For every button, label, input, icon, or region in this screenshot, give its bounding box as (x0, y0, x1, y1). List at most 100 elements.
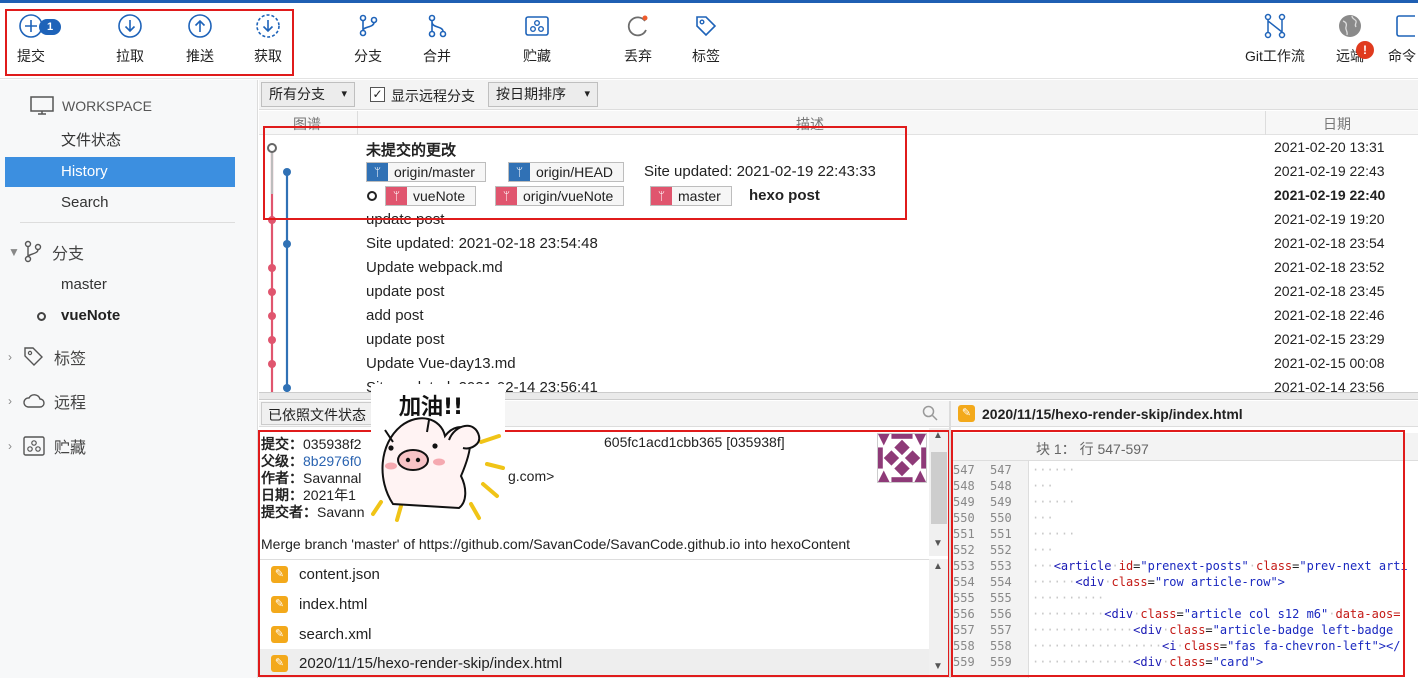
head-marker-icon (367, 191, 377, 201)
branches-title: 分支 (52, 246, 85, 263)
stash-button[interactable]: 贮藏 (509, 13, 565, 73)
file-name: index.html (299, 596, 368, 613)
sidebar-branch-master[interactable]: master (5, 270, 235, 300)
pull-button[interactable]: 拉取 (102, 13, 158, 73)
file-item-selected[interactable]: ✎ 2020/11/15/hexo-render-skip/index.html (259, 649, 929, 678)
sidebar-group-stashes[interactable]: › 贮藏 (8, 432, 86, 460)
search-icon[interactable] (921, 404, 939, 422)
scroll-thumb[interactable] (931, 452, 947, 524)
new-line-number: 554 (990, 575, 1012, 589)
scroll-down-icon[interactable]: ▼ (933, 538, 943, 549)
commit-message: Site updated: 2021-02-19 22:43:33 (644, 163, 876, 180)
commit-row[interactable]: ᛘ vueNote ᛘ origin/vueNote ᛘ master hexo po… (259, 184, 1418, 208)
commit-row[interactable]: update post 2021-02-15 23:29 (259, 328, 1418, 352)
push-button[interactable]: 推送 (172, 13, 228, 73)
commit-button[interactable]: 1 提交 (3, 13, 61, 73)
file-item[interactable]: ✎ content.json (259, 560, 929, 590)
terminal-button[interactable]: 命令 (1382, 13, 1418, 73)
branch-filter-dropdown[interactable]: 所有分支 ▾ (261, 82, 355, 107)
scroll-up-icon[interactable]: ▲ (933, 430, 943, 441)
new-line-number: 559 (990, 655, 1012, 669)
old-line-number: 550 (953, 511, 975, 525)
author-avatar (877, 433, 927, 483)
sidebar-group-remotes[interactable]: › 远程 (8, 387, 86, 415)
commit-row[interactable]: 未提交的更改 2021-02-20 13:31 (259, 136, 1418, 160)
chevron-down-icon: ▼ (8, 245, 20, 259)
sidebar-branch-vuenote[interactable]: vueNote (5, 301, 235, 331)
code-text: ······ (1032, 495, 1076, 509)
commit-details: 提交：035938f2 605fc1acd1cbb365 [035938f] 父… (259, 428, 929, 556)
ref-tag-origin-vuenote[interactable]: ᛘ origin/vueNote (495, 186, 625, 206)
ref-tag-origin-head[interactable]: ᛘ origin/HEAD (508, 162, 625, 182)
ref-tag-vuenote[interactable]: ᛘ vueNote (385, 186, 477, 206)
sort-dropdown[interactable]: 按日期排序 ▾ (488, 82, 598, 107)
commit-message: Update webpack.md (366, 259, 503, 276)
tag-icon (24, 347, 43, 366)
code-text: ··············<div·class="card"> (1032, 655, 1264, 669)
column-graph[interactable]: 图谱 (293, 114, 321, 134)
sidebar-group-branches[interactable]: ▼ 分支 (8, 238, 84, 266)
remote-button[interactable]: ! 远端 (1322, 13, 1378, 73)
git-flow-button[interactable]: Git工作流 (1240, 13, 1310, 73)
column-description[interactable]: 描述 (796, 114, 824, 134)
commit-row[interactable]: add post 2021-02-18 22:46 (259, 304, 1418, 328)
date-value: 2021年1 (303, 487, 356, 503)
code-text: ··· (1032, 479, 1054, 493)
files-scrollbar[interactable]: ▲ ▼ (929, 559, 949, 678)
commit-date: 2021-02-15 23:29 (1274, 331, 1385, 347)
sidebar-item-history[interactable]: History (5, 157, 235, 187)
diff-line: 551 551 ······ (951, 527, 1418, 543)
tag-label: 标签 (692, 48, 720, 64)
commit-row[interactable]: ᛘ origin/master ᛘ origin/HEAD Site updated… (259, 160, 1418, 184)
diff-line: 555 555 ·········· (951, 591, 1418, 607)
sidebar-item-search[interactable]: Search (5, 188, 235, 218)
ref-tag-master[interactable]: ᛘ master (650, 186, 732, 206)
new-line-number: 552 (990, 543, 1012, 557)
commit-row[interactable]: Update Vue-day13.md 2021-02-15 00:08 (259, 352, 1418, 376)
workspace-header[interactable]: WORKSPACE (30, 94, 152, 118)
commit-row[interactable]: Site updated: 2021-02-18 23:54:48 2021-02… (259, 232, 1418, 256)
old-line-number: 554 (953, 575, 975, 589)
scroll-down-icon[interactable]: ▼ (933, 661, 943, 672)
remote-alert-icon: ! (1356, 41, 1374, 59)
code-text: ··········<div·class="article col s12 m6… (1032, 607, 1401, 621)
commit-row[interactable]: Update webpack.md 2021-02-18 23:52 (259, 256, 1418, 280)
toolbar: 1 提交 拉取 推送 获取 分支 合并 贮藏 丢弃 标签 Git工作流 ! 远端… (0, 3, 1418, 79)
details-header: 已依照文件状态 (259, 401, 949, 427)
merge-button[interactable]: 合并 (409, 13, 465, 73)
old-line-number: 552 (953, 543, 975, 557)
commit-row[interactable]: update post 2021-02-18 23:45 (259, 280, 1418, 304)
chevron-right-icon: › (8, 394, 12, 408)
arrow-down-circle-icon (118, 14, 142, 38)
stash-label: 贮藏 (523, 48, 551, 64)
commit-hash-tail: 605fc1acd1cbb365 [035938f] (604, 434, 785, 450)
scroll-up-icon[interactable]: ▲ (933, 561, 943, 572)
commit-hash[interactable]: 035938f2 (303, 436, 361, 452)
file-item[interactable]: ✎ search.xml (259, 620, 929, 650)
tag-button[interactable]: 标签 (678, 13, 734, 73)
discard-button[interactable]: 丢弃 (610, 13, 666, 73)
file-name: content.json (299, 566, 380, 583)
show-remote-checkbox[interactable]: ✓ (370, 87, 385, 102)
git-flow-icon (1264, 13, 1286, 39)
commit-date: 2021-02-14 23:56 (1274, 379, 1385, 392)
file-item[interactable]: ✎ index.html (259, 590, 929, 620)
file-view-selector[interactable]: 已依照文件状态 (261, 402, 373, 425)
old-line-number: 558 (953, 639, 975, 653)
column-date[interactable]: 日期 (1323, 114, 1351, 134)
modified-file-icon: ✎ (271, 566, 288, 583)
fetch-button[interactable]: 获取 (240, 13, 296, 73)
sidebar-item-file-status[interactable]: 文件状态 (5, 126, 235, 156)
branch-icon: ᛘ (367, 163, 388, 181)
parent-hash-link[interactable]: 8b2976f0 (303, 453, 361, 469)
ref-tag-origin-master[interactable]: ᛘ origin/master (366, 162, 486, 182)
branch-button[interactable]: 分支 (340, 13, 396, 73)
old-line-number: 555 (953, 591, 975, 605)
details-scrollbar[interactable]: ▲ ▼ (929, 428, 949, 556)
sidebar-branch-vuenote-label: vueNote (61, 307, 121, 324)
remotes-title: 远程 (54, 395, 87, 412)
detail-committer: 提交者：Savann (261, 502, 364, 522)
git-flow-label: Git工作流 (1245, 48, 1305, 64)
sidebar-group-tags[interactable]: › 标签 (8, 343, 86, 371)
commit-row[interactable]: update post 2021-02-19 19:20 (259, 208, 1418, 232)
